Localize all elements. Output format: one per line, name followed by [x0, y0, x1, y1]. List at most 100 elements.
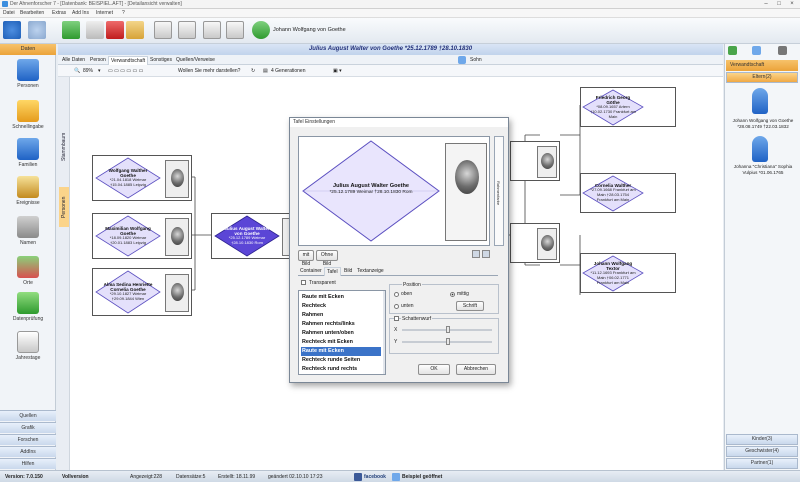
close-button[interactable]: × — [786, 0, 798, 9]
nav-grafik[interactable]: Grafik — [0, 422, 56, 433]
mit-bild-button[interactable]: mit Bild — [298, 250, 314, 267]
dtab-tafel[interactable]: Tafel — [324, 267, 341, 276]
tree-node-father[interactable] — [510, 141, 560, 181]
tab-person[interactable]: Person — [88, 56, 108, 65]
tree-node[interactable]: Johann Wolfgang Textor *11.12.1693 Frank… — [580, 253, 676, 293]
nav-datenpruefung[interactable]: Datenprüfung — [2, 290, 54, 328]
mother-person-icon[interactable] — [752, 136, 768, 162]
options-icon[interactable] — [778, 46, 787, 55]
new-person-icon[interactable] — [62, 21, 80, 39]
nav-personen[interactable]: Personen — [2, 57, 54, 95]
list-item[interactable]: Rechteck — [301, 302, 381, 311]
zoom-select[interactable]: 89% — [83, 66, 93, 76]
list-item[interactable]: Rechteck mit Ecken — [301, 338, 381, 347]
list-item[interactable]: Rahmen — [301, 311, 381, 320]
radio-mittig[interactable] — [450, 292, 455, 297]
home-icon[interactable] — [728, 46, 737, 55]
dtab-bild[interactable]: Bild — [342, 267, 354, 276]
dtab-container[interactable]: Container — [298, 267, 324, 276]
vtab-stammbaum[interactable]: Stammbaum — [59, 127, 69, 167]
schatten-checkbox[interactable] — [394, 316, 399, 321]
tab-quellen[interactable]: Quellen/Verweise — [174, 56, 217, 65]
nav-hilfen[interactable]: Hilfen — [0, 458, 56, 469]
nav-familien[interactable]: Familien — [2, 136, 54, 174]
tools-icon[interactable] — [203, 21, 221, 39]
vtab-personen[interactable]: Personen — [59, 187, 69, 227]
father-person-icon[interactable] — [752, 88, 768, 114]
nav-ereignisse[interactable]: Ereignisse — [2, 174, 54, 212]
geschwister-button[interactable]: Geschwister(4) — [726, 446, 798, 457]
back-arrow-icon[interactable] — [3, 21, 21, 39]
shape-list[interactable]: Raute mit Ecken Rechteck Rahmen Rahmen r… — [298, 290, 386, 375]
tree-icon[interactable] — [752, 46, 761, 55]
radio-unten[interactable] — [394, 304, 399, 309]
preview-zoom-icon[interactable] — [472, 250, 480, 258]
menu-internet[interactable]: Internet — [96, 10, 113, 16]
facebook-icon[interactable] — [354, 473, 362, 481]
list-item[interactable]: Raute mit Ecken — [301, 293, 381, 302]
tree-node[interactable]: Alma Sedina Henriette Cornelia Goethe *2… — [92, 268, 192, 316]
sohn-icon[interactable] — [458, 56, 466, 64]
delete-icon[interactable] — [106, 21, 124, 39]
kinder-button[interactable]: Kinder(3) — [726, 434, 798, 445]
folder-icon[interactable] — [126, 21, 144, 39]
print-icon[interactable] — [154, 21, 172, 39]
export-icon[interactable]: ▣ ▾ — [333, 66, 342, 76]
ohne-bild-button[interactable]: Ohne Bild — [316, 250, 338, 267]
generations-select[interactable]: 4 Generationen — [271, 66, 305, 76]
menu-addins[interactable]: Add Ins — [72, 10, 89, 16]
tab-alle-daten[interactable]: Alle Daten — [60, 56, 87, 65]
nav-orte[interactable]: Orte — [2, 254, 54, 292]
transparent-checkbox[interactable] — [301, 280, 306, 285]
eltern-button[interactable]: Eltern(2) — [726, 72, 798, 83]
list-item[interactable]: Rechteck rund rechts — [301, 365, 381, 374]
menu-help[interactable]: ? — [122, 10, 125, 16]
menu-bearbeiten[interactable]: Bearbeiten — [20, 10, 44, 16]
menu-extras[interactable]: Extras — [52, 10, 66, 16]
tree-node[interactable]: Wolfgang Walther Goethe *21.04.1818 Weim… — [92, 155, 192, 201]
list-item-selected[interactable]: Raute mit Ecken — [301, 347, 381, 356]
home-person-icon[interactable] — [252, 21, 270, 39]
preview-refresh-icon[interactable] — [482, 250, 490, 258]
forward-arrow-icon[interactable] — [28, 21, 46, 39]
partner-button[interactable]: Partner(1) — [726, 458, 798, 469]
list-scrollbar[interactable] — [383, 291, 385, 374]
tree-node[interactable]: Maximilian Wolfgang Goethe *18.09.1820 W… — [92, 213, 192, 259]
chevron-down-icon[interactable]: ▾ — [98, 66, 101, 76]
nav-addins[interactable]: AddIns — [0, 446, 56, 457]
x-slider[interactable] — [402, 326, 492, 333]
tab-verwandtschaft[interactable]: Verwandtschaft — [108, 56, 149, 65]
facebook-link[interactable]: facebook — [364, 473, 386, 481]
refresh-icon[interactable]: ↻ — [251, 66, 255, 76]
nav-forschen[interactable]: Forschen — [0, 434, 56, 445]
tree-node[interactable]: Cornelia Walther *27.09.1668 Frankfurt a… — [580, 173, 676, 213]
list-item[interactable]: Rahmen unten/oben — [301, 329, 381, 338]
tree-node[interactable]: Friedrich Georg Göthe *08.09.1657 Artern… — [580, 87, 676, 127]
dtab-textanzeige[interactable]: Textanzeige — [355, 267, 386, 276]
ok-button[interactable]: OK — [418, 364, 450, 375]
menu-bar: Datei Bearbeiten Extras Add Ins Internet… — [0, 9, 800, 18]
nav-namen[interactable]: Namen — [2, 214, 54, 252]
nav-jahrestage[interactable]: Jahrestage — [2, 329, 54, 367]
portrait-photo — [165, 160, 189, 198]
menu-datei[interactable]: Datei — [3, 10, 15, 16]
edit-icon[interactable] — [86, 21, 104, 39]
tab-sonstiges[interactable]: Sonstiges — [148, 56, 174, 65]
nav-quellen[interactable]: Quellen — [0, 410, 56, 421]
zoom-icon[interactable]: 🔍 — [74, 66, 80, 76]
checklist-icon[interactable] — [178, 21, 196, 39]
schrift-button[interactable]: Schrift — [456, 301, 484, 311]
radio-oben[interactable] — [394, 292, 399, 297]
maximize-button[interactable]: □ — [773, 0, 785, 9]
settings-icon[interactable] — [226, 21, 244, 39]
list-item[interactable]: Rechteck runde Seiten — [301, 356, 381, 365]
y-slider[interactable] — [402, 338, 492, 345]
cancel-button[interactable]: Abbrechen — [456, 364, 496, 375]
minimize-button[interactable]: – — [760, 0, 772, 9]
view-buttons-icon[interactable]: ▭ ▭ ▭ ▭ ▭ ▭ — [108, 66, 143, 76]
list-item[interactable]: Rahmen rechts/links — [301, 320, 381, 329]
nav-schnelleingabe[interactable]: Schnellingabe — [2, 98, 54, 136]
relations-header[interactable]: Verwandtschaft — [726, 60, 798, 71]
tree-node-mother[interactable] — [510, 223, 560, 263]
rahmen-slider[interactable]: Rahmenfarbe — [494, 136, 504, 246]
